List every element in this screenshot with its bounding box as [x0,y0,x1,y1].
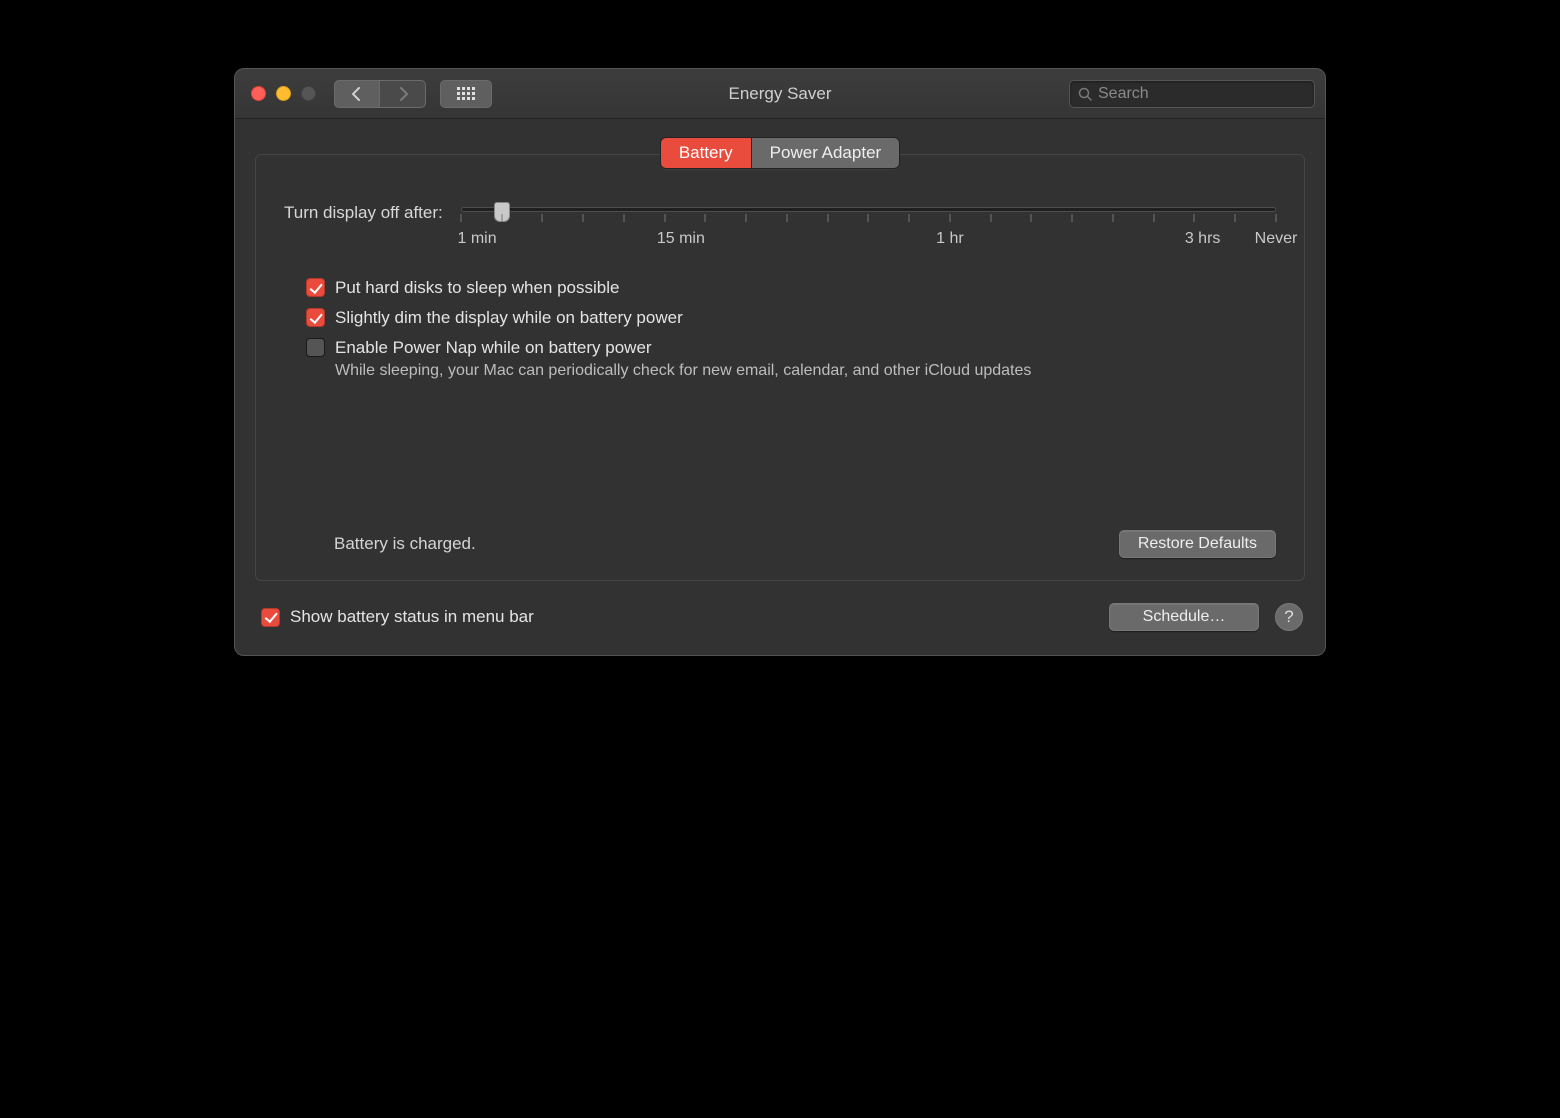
options-list: Put hard disks to sleep when possible Sl… [306,278,1276,380]
menubar-status-label: Show battery status in menu bar [290,607,534,627]
option-dim-display-label: Slightly dim the display while on batter… [335,308,683,328]
slider-tick [949,214,950,222]
option-power-nap[interactable]: Enable Power Nap while on battery power [306,338,1276,358]
slider-tick-labels: 1 min15 min1 hr3 hrsNever [461,230,1276,250]
schedule-button[interactable]: Schedule… [1109,603,1259,631]
tab-battery[interactable]: Battery [661,138,751,168]
slider-tick-label: 3 hrs [1185,230,1221,248]
slider-tick [1153,214,1154,222]
footer-left: Show battery status in menu bar [261,607,534,627]
battery-status: Battery is charged. [334,534,476,554]
slider-tick [909,214,910,222]
footer-right: Schedule… ? [1109,603,1303,631]
search-field[interactable] [1069,80,1315,108]
slider-tick [1276,214,1277,222]
zoom-icon [301,86,316,101]
option-dim-display[interactable]: Slightly dim the display while on batter… [306,308,1276,328]
question-icon: ? [1284,607,1293,627]
slider-tick [1112,214,1113,222]
slider-tick [1072,214,1073,222]
checkbox-dim-display[interactable] [306,308,325,327]
slider-ticks [461,214,1276,226]
slider-tick [1194,214,1195,222]
slider-tick [746,214,747,222]
slider-tick-label: 1 min [457,230,496,248]
slider-tick [460,214,461,222]
slider-tick [583,214,584,222]
slider-tick [1031,214,1032,222]
slider-tick [868,214,869,222]
traffic-lights [251,86,316,101]
window-body: Battery Power Adapter Turn display off a… [235,119,1325,655]
prefs-window: Energy Saver Battery Power Adapter Turn … [234,68,1326,656]
search-input[interactable] [1098,85,1306,103]
settings-panel: Turn display off after: 1 min 15 min 1 hr 3… [255,154,1305,581]
minimize-icon[interactable] [276,86,291,101]
restore-defaults-button[interactable]: Restore Defaults [1119,530,1276,558]
chevron-right-icon [398,87,408,101]
option-hard-disks[interactable]: Put hard disks to sleep when possible [306,278,1276,298]
search-icon [1078,87,1092,101]
slider-tick [501,214,502,222]
display-sleep-slider[interactable]: 1 min15 min1 hr3 hrsNever [461,203,1276,250]
help-button[interactable]: ? [1275,603,1303,631]
checkbox-hard-disks[interactable] [306,278,325,297]
slider-tick [542,214,543,222]
show-all-button[interactable] [440,80,492,108]
option-hard-disks-label: Put hard disks to sleep when possible [335,278,619,298]
slider-tick-label: 15 min [657,230,705,248]
power-nap-hint: While sleeping, your Mac can periodicall… [335,362,1276,380]
checkbox-menubar-status[interactable] [261,608,280,627]
display-sleep-label: Turn display off after: [284,203,443,223]
slider-tick [786,214,787,222]
close-icon[interactable] [251,86,266,101]
chevron-left-icon [352,87,362,101]
slider-tick [664,214,665,222]
option-power-nap-label: Enable Power Nap while on battery power [335,338,652,358]
slider-track [461,207,1276,212]
slider-tick [623,214,624,222]
checkbox-power-nap[interactable] [306,338,325,357]
source-tabs: Battery Power Adapter [255,137,1305,169]
back-button[interactable] [334,80,380,108]
slider-tick [705,214,706,222]
titlebar: Energy Saver [235,69,1325,119]
window-footer: Show battery status in menu bar Schedule… [255,603,1305,635]
slider-tick [827,214,828,222]
slider-tick [1235,214,1236,222]
panel-footer: Battery is charged. Restore Defaults [284,530,1276,558]
slider-tick-label: Never [1255,230,1298,248]
slider-tick [990,214,991,222]
forward-button [380,80,426,108]
display-sleep-row: Turn display off after: 1 min 15 min 1 hr 3… [284,203,1276,250]
tab-power-adapter[interactable]: Power Adapter [751,138,900,168]
nav-segment [334,80,426,108]
grid-icon [457,87,475,100]
slider-tick-label: 1 hr [936,230,964,248]
